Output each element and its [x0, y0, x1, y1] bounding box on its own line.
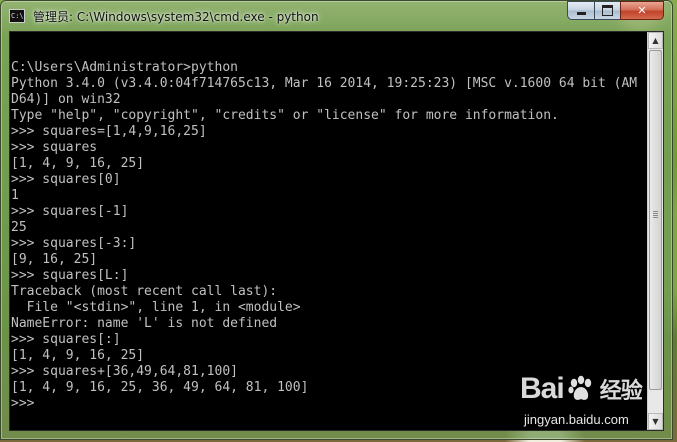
console-line: NameError: name 'L' is not defined — [11, 316, 278, 331]
console-line: Python 3.4.0 (v3.4.0:04f714765c13, Mar 1… — [11, 76, 638, 91]
watermark-logo-left: Bai — [520, 372, 565, 405]
minimize-button[interactable] — [567, 1, 594, 20]
watermark-logo-right: 经验 — [599, 379, 643, 404]
console-line: >>> squares[-3:] — [11, 236, 137, 251]
window-title: 管理员: C:\Windows\system32\cmd.exe - pytho… — [33, 10, 319, 24]
console-line: D64)] on win32 — [11, 92, 121, 107]
console-line: File "<stdin>", line 1, in <module> — [11, 300, 301, 315]
minimize-icon — [576, 12, 586, 15]
title-bar[interactable]: C:\ 管理员: C:\Windows\system32\cmd.exe - p… — [1, 1, 672, 31]
console-line: >>> squares[:] — [11, 332, 121, 347]
console-line: >>> squares[L:] — [11, 268, 129, 283]
console-line: C:\Users\Administrator>python — [11, 60, 238, 75]
watermark-url: jingyan.baidu.com — [524, 412, 629, 427]
scrollbar-thumb[interactable] — [649, 50, 662, 390]
close-icon: ✕ — [637, 4, 647, 17]
watermark-logo: Bai 经验 — [520, 372, 643, 406]
close-button[interactable]: ✕ — [620, 1, 664, 20]
paw-icon — [568, 375, 591, 400]
console-line: 1 — [11, 188, 19, 203]
scrollbar-grip-icon — [653, 211, 658, 218]
console-line: [1, 4, 9, 16, 25] — [11, 348, 145, 363]
console-line: >>> squares[0] — [11, 172, 121, 187]
console-line: Type "help", "copyright", "credits" or "… — [11, 108, 559, 123]
cmd-icon-text: C:\ — [11, 12, 24, 20]
console-line: 25 — [11, 220, 27, 235]
console-line: >>> squares — [11, 140, 98, 155]
vertical-scrollbar[interactable]: ▲ ▼ — [647, 32, 663, 430]
scroll-up-button[interactable]: ▲ — [648, 32, 663, 49]
console-output[interactable]: C:\Users\Administrator>python Python 3.4.… — [10, 32, 648, 430]
window-controls: ✕ — [567, 1, 664, 21]
maximize-button[interactable] — [594, 1, 620, 20]
console-line: >>> squares=[1,4,9,16,25] — [11, 124, 207, 139]
console-area[interactable]: C:\Users\Administrator>python Python 3.4.… — [9, 31, 664, 431]
console-line: [1, 4, 9, 16, 25] — [11, 156, 145, 171]
console-line: Traceback (most recent call last): — [11, 284, 278, 299]
cmd-icon[interactable]: C:\ — [9, 9, 25, 23]
console-line: >>> squares[-1] — [11, 204, 129, 219]
scroll-up-icon: ▲ — [652, 36, 659, 45]
baidu-jingyan-watermark: Bai 经验 jingyan.baidu.com — [520, 372, 670, 438]
maximize-icon — [602, 5, 613, 16]
console-line: [9, 16, 25] — [11, 252, 98, 267]
